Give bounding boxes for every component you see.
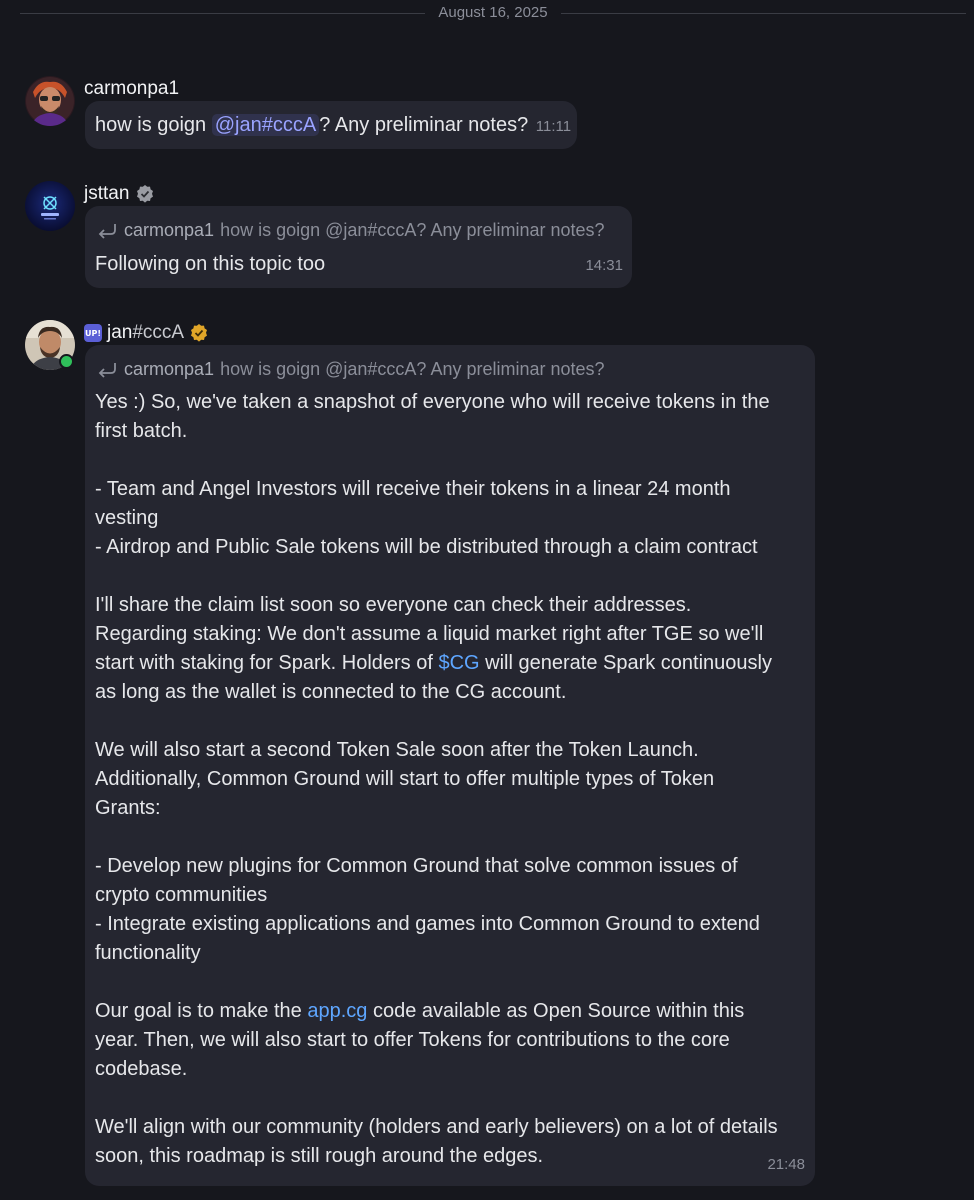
text-segment: ? Any preliminar notes?	[319, 114, 529, 136]
avatar-jsttan[interactable]	[25, 181, 75, 231]
text-line: We will also start a second Token Sale s…	[95, 739, 699, 761]
reply-arrow-icon	[98, 223, 116, 239]
username-suffix: #cccA	[132, 322, 185, 343]
text-line: year. Then, we will also start to offer …	[95, 1029, 730, 1051]
username-label: carmonpa1	[84, 78, 180, 99]
text-segment: code available as Open Source within thi…	[367, 1000, 745, 1022]
avatar-carmonpa1[interactable]	[25, 76, 75, 126]
divider-line-left	[20, 13, 425, 14]
up-badge-icon: UP!	[84, 324, 102, 342]
reply-text: how is goign @jan#cccA? Any preliminar n…	[220, 359, 605, 379]
verified-badge-icon	[137, 185, 154, 203]
text-line: Yes :) So, we've taken a snapshot of eve…	[95, 391, 770, 413]
text-segment: start with staking for Spark. Holders of	[95, 652, 439, 674]
text-line: first batch.	[95, 420, 188, 442]
online-status-icon	[59, 354, 74, 369]
timestamp: 14:31	[585, 257, 623, 274]
text-line: as long as the wallet is connected to th…	[95, 681, 567, 703]
text-segment: Our goal is to make the	[95, 1000, 308, 1022]
reply-preview[interactable]: carmonpa1 how is goign @jan#cccA? Any pr…	[96, 359, 605, 380]
message-text: Yes :) So, we've taken a snapshot of eve…	[95, 388, 811, 1171]
text-line: functionality	[95, 942, 201, 964]
text-line: codebase.	[95, 1058, 188, 1080]
avatar-image	[25, 76, 75, 126]
username-label: jsttan	[84, 183, 130, 204]
timestamp: 21:48	[767, 1156, 805, 1173]
cg-token-link[interactable]: $CG	[438, 652, 479, 674]
app-cg-link[interactable]: app.cg	[307, 1000, 367, 1022]
date-divider: August 16, 2025	[0, 0, 974, 28]
reply-text: how is goign @jan#cccA? Any preliminar n…	[220, 220, 605, 240]
verified-badge-icon	[191, 324, 208, 342]
text-line: - Airdrop and Public Sale tokens will be…	[95, 536, 758, 558]
text-segment: how is goign	[95, 114, 212, 136]
text-segment: will generate Spark continuously	[479, 652, 772, 674]
text-line: start with staking for Spark. Holders of…	[95, 649, 811, 678]
text-line: Grants:	[95, 797, 161, 819]
message-bubble: carmonpa1 how is goign @jan#cccA? Any pr…	[85, 206, 632, 288]
message-bubble: how is goign @jan#cccA? Any preliminar n…	[85, 101, 577, 149]
timestamp: 11:11	[535, 118, 572, 135]
text-line: Our goal is to make the app.cg code avai…	[95, 997, 811, 1026]
text-line: crypto communities	[95, 884, 268, 906]
reply-username: carmonpa1	[124, 220, 215, 240]
date-label: August 16, 2025	[438, 4, 548, 21]
message-bubble: carmonpa1 how is goign @jan#cccA? Any pr…	[85, 345, 815, 1186]
text-line: soon, this roadmap is still rough around…	[95, 1145, 544, 1167]
text-line: - Team and Angel Investors will receive …	[95, 478, 731, 500]
username-prefix: jan	[107, 322, 133, 343]
username-jsttan[interactable]: jsttan	[84, 183, 155, 205]
divider-line-right	[561, 13, 966, 14]
message-text: how is goign @jan#cccA? Any preliminar n…	[95, 111, 571, 141]
text-line: - Integrate existing applications and ga…	[95, 913, 760, 935]
text-line: vesting	[95, 507, 159, 529]
reply-username: carmonpa1	[124, 359, 215, 379]
text-line: We'll align with our community (holders …	[95, 1116, 778, 1138]
reply-preview[interactable]: carmonpa1 how is goign @jan#cccA? Any pr…	[96, 220, 605, 241]
username-label: jan#cccA	[107, 322, 184, 344]
reply-arrow-icon	[98, 362, 116, 378]
avatar-image	[25, 181, 75, 231]
username-jan[interactable]: UP! jan#cccA	[84, 322, 209, 344]
message-text: Following on this topic too	[95, 253, 326, 275]
mention-jan[interactable]: @jan#cccA	[211, 114, 320, 136]
text-line: I'll share the claim list soon so everyo…	[95, 594, 692, 616]
username-carmonpa1[interactable]: carmonpa1	[84, 78, 179, 100]
text-line: - Develop new plugins for Common Ground …	[95, 855, 738, 877]
text-line: Additionally, Common Ground will start t…	[95, 768, 715, 790]
text-line: Regarding staking: We don't assume a liq…	[95, 623, 764, 645]
